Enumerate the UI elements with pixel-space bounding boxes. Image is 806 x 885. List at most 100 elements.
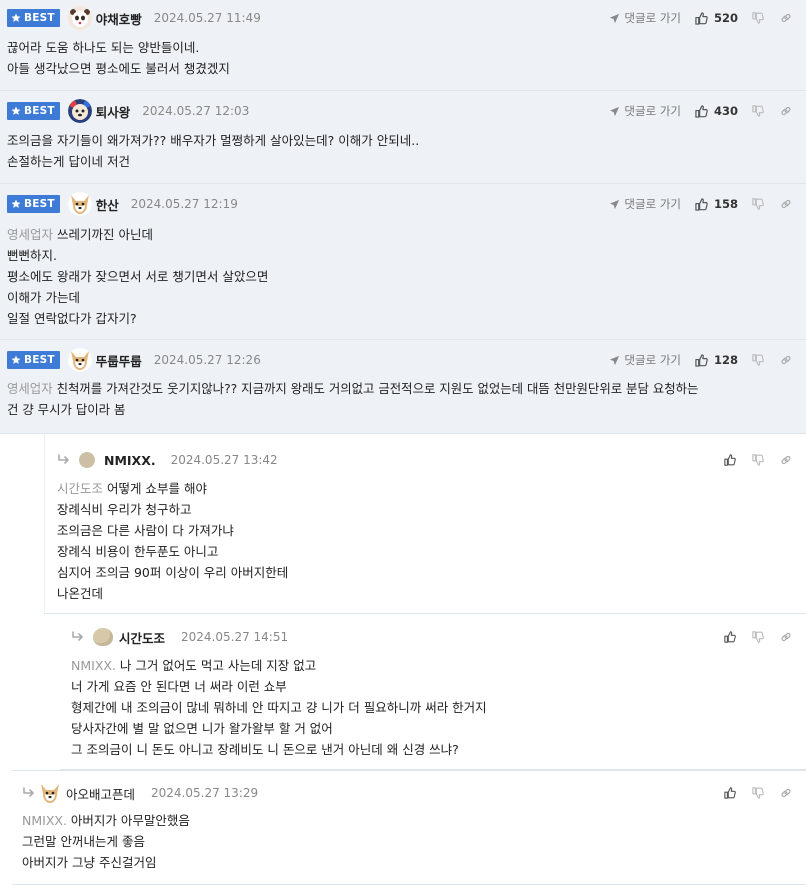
like-count: 128 [713, 353, 738, 367]
nickname[interactable]: 아오배고픈데 [66, 784, 135, 803]
like-button[interactable]: 128 [695, 353, 738, 367]
comment-header: BEST 뚜룹뚜룹 2024.05.27 12:26 댓글로 가기 128 [7, 348, 800, 372]
thumbs-up-icon[interactable] [724, 787, 736, 799]
send-arrow-icon [609, 199, 620, 210]
comment-body: NMIXX. 나 그거 없어도 먹고 사는데 지장 없고 너 가게 요즘 안 된다… [71, 658, 487, 757]
mention-tag[interactable]: 영세업자 [7, 381, 53, 396]
comment-body: 끊어라 도움 하나도 되는 양반들이네. 아들 생각났으면 평소에도 불러서 챙… [7, 40, 230, 76]
reply-arrow-icon [71, 631, 85, 643]
best-badge: BEST [7, 351, 60, 369]
thumbs-up-icon [695, 105, 708, 118]
like-count: 520 [713, 11, 738, 25]
thumbs-up-icon[interactable] [724, 631, 736, 643]
nickname[interactable]: NMIXX. [104, 453, 156, 468]
star-icon [11, 199, 21, 209]
thumbs-up-icon [695, 198, 708, 211]
link-icon[interactable] [780, 787, 792, 799]
best-comment: BEST 퇴사왕 2024.05.27 12:03 댓글로 가기 430 조의금… [0, 91, 806, 184]
link-icon[interactable] [780, 631, 792, 643]
nickname[interactable]: 퇴사왕 [96, 102, 131, 121]
avatar[interactable] [93, 628, 113, 646]
avatar-dog-icon[interactable] [68, 348, 92, 372]
avatar-bear-icon[interactable] [68, 99, 92, 123]
comment-date: 2024.05.27 12:26 [153, 353, 261, 367]
send-arrow-icon [609, 13, 620, 24]
best-badge: BEST [7, 102, 60, 120]
link-icon[interactable] [780, 354, 792, 366]
best-comment: BEST 뚜룹뚜룹 2024.05.27 12:26 댓글로 가기 128 영세… [0, 340, 806, 434]
goto-comment-link[interactable]: 댓글로 가기 [609, 103, 681, 119]
send-arrow-icon [609, 106, 620, 117]
thumbs-up-icon[interactable] [724, 454, 736, 466]
comment-body: 조의금을 자기들이 왜가져가?? 배우자가 멀쩡하게 살아있는데? 이해가 안되… [7, 133, 420, 169]
like-button[interactable]: 430 [695, 104, 738, 118]
comment-list: BEST 야채호빵 2024.05.27 11:49 댓글로 가기 520 끊어… [0, 0, 806, 885]
comment-header: BEST 퇴사왕 2024.05.27 12:03 댓글로 가기 430 [7, 99, 800, 123]
mention-tag[interactable]: 영세업자 [7, 227, 53, 242]
comment-header: 시간도조 2024.05.27 14:51 [71, 625, 800, 649]
like-count: 158 [713, 197, 738, 211]
reply-comment: 아오배고픈데 2024.05.27 13:29 NMIXX. 아버지가 아무말안했… [12, 770, 806, 885]
goto-comment-link[interactable]: 댓글로 가기 [609, 196, 681, 212]
best-badge: BEST [7, 195, 60, 213]
avatar-dog-icon[interactable] [68, 192, 92, 216]
comment-actions: 댓글로 가기 430 [609, 99, 800, 123]
nickname[interactable]: 뚜룹뚜룹 [96, 351, 142, 370]
best-badge: BEST [7, 9, 60, 27]
nickname[interactable]: 시간도조 [119, 628, 165, 647]
thumbs-down-icon[interactable] [752, 354, 764, 366]
mention-tag[interactable]: 시간도조 [57, 481, 103, 496]
goto-comment-link[interactable]: 댓글로 가기 [609, 10, 681, 26]
thumbs-up-icon [695, 354, 708, 367]
like-button[interactable]: 520 [695, 11, 738, 25]
best-comment: BEST 한산 2024.05.27 12:19 댓글로 가기 158 영세업자… [0, 184, 806, 340]
comment-actions [724, 781, 800, 805]
avatar-dog-icon[interactable] [38, 781, 62, 805]
avatar-panda-icon[interactable] [68, 6, 92, 30]
send-arrow-icon [609, 355, 620, 366]
comment-actions: 댓글로 가기 158 [609, 192, 800, 216]
thumbs-down-icon[interactable] [752, 105, 764, 117]
comment-header: BEST 야채호빵 2024.05.27 11:49 댓글로 가기 520 [7, 6, 800, 30]
best-comment: BEST 야채호빵 2024.05.27 11:49 댓글로 가기 520 끊어… [0, 0, 806, 91]
reply-arrow-icon [22, 787, 36, 799]
comment-header: NMIXX. 2024.05.27 13:42 [57, 448, 800, 472]
comment-actions [724, 625, 800, 649]
comment-header: 아오배고픈데 2024.05.27 13:29 [22, 781, 800, 805]
thumbs-down-icon[interactable] [752, 631, 764, 643]
thumbs-down-icon[interactable] [752, 787, 764, 799]
comment-date: 2024.05.27 13:42 [170, 453, 278, 467]
star-icon [11, 13, 21, 23]
reply-comment: 시간도조 2024.05.27 14:51 NMIXX. 나 그거 없어도 먹고 … [60, 614, 806, 770]
mention-tag[interactable]: NMIXX. [71, 658, 116, 673]
link-icon[interactable] [780, 198, 792, 210]
goto-comment-link[interactable]: 댓글로 가기 [609, 352, 681, 368]
comment-body: 영세업자 친척꺼를 가져간것도 웃기지않나?? 지금까지 왕래도 거의없고 금전적… [7, 381, 699, 417]
avatar[interactable] [79, 452, 95, 468]
mention-tag[interactable]: NMIXX. [22, 813, 67, 828]
comment-actions: 댓글로 가기 520 [609, 6, 800, 30]
thumbs-down-icon[interactable] [752, 12, 764, 24]
star-icon [11, 355, 21, 365]
like-button[interactable]: 158 [695, 197, 738, 211]
reply-arrow-icon [57, 454, 71, 466]
comment-date: 2024.05.27 13:29 [151, 786, 259, 800]
link-icon[interactable] [780, 454, 792, 466]
nickname[interactable]: 한산 [96, 195, 119, 214]
comment-body: 영세업자 쓰레기까진 아닌데 뻔뻔하지. 평소에도 왕래가 잦으면서 서로 챙기면… [7, 227, 269, 326]
nickname[interactable]: 야채호빵 [96, 9, 142, 28]
comment-body: NMIXX. 아버지가 아무말안했음 그런말 안꺼내는게 좋음 아버지가 그냥 주… [22, 813, 190, 870]
star-icon [11, 106, 21, 116]
thumbs-down-icon[interactable] [752, 198, 764, 210]
comment-date: 2024.05.27 12:19 [130, 197, 238, 211]
comment-body: 시간도조 어떻게 쇼부를 해야 장례식비 우리가 청구하고 조의금은 다른 사람이… [57, 481, 289, 601]
thumbs-down-icon[interactable] [752, 454, 764, 466]
like-count: 430 [713, 104, 738, 118]
link-icon[interactable] [780, 12, 792, 24]
comment-date: 2024.05.27 14:51 [181, 630, 289, 644]
thumbs-up-icon [695, 12, 708, 25]
comment-date: 2024.05.27 11:49 [153, 11, 261, 25]
comment-date: 2024.05.27 12:03 [142, 104, 250, 118]
reply-comment: NMIXX. 2024.05.27 13:42 시간도조 어떻게 쇼부를 해야 장… [44, 434, 806, 614]
link-icon[interactable] [780, 105, 792, 117]
